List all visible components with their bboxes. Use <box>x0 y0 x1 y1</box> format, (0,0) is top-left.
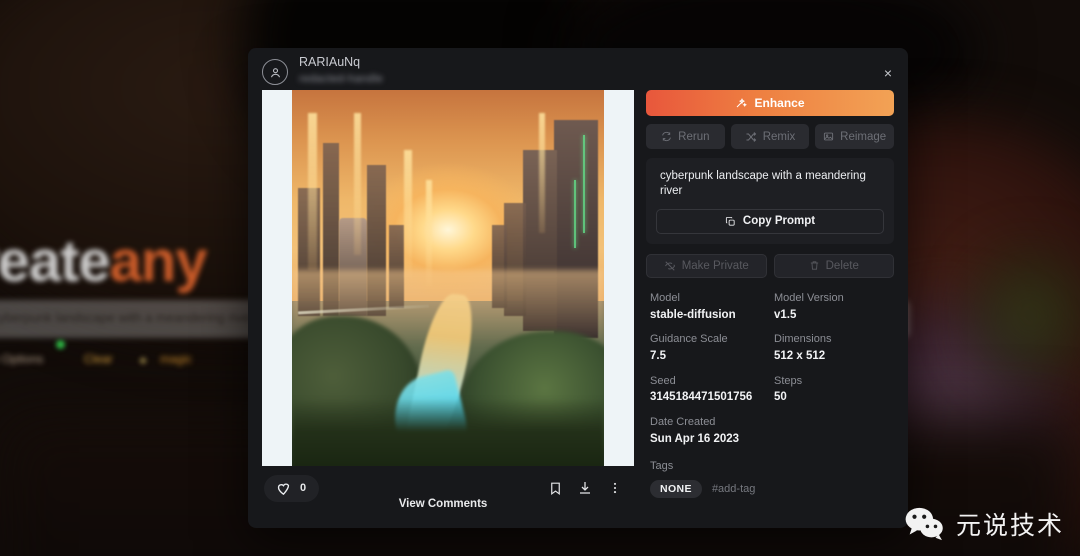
username[interactable]: RARIAuNq <box>299 55 383 70</box>
metadata-label: Model Version <box>774 291 844 304</box>
delete-label: Delete <box>825 259 859 272</box>
copy-prompt-button[interactable]: Copy Prompt <box>656 208 884 234</box>
enhance-button[interactable]: Enhance <box>646 90 894 116</box>
user-handle-redacted: redacted-handle <box>299 72 384 85</box>
sparkle-icon: ✦ <box>138 354 149 368</box>
prompt-text: cyberpunk landscape with a meandering ri… <box>660 170 866 197</box>
metadata-item-guidance-scale: Guidance Scale 7.5 <box>650 332 770 364</box>
modal-footer: View Comments <box>248 494 908 528</box>
image-icon <box>824 132 834 141</box>
metadata-item-model-version: Model Version v1.5 <box>774 291 894 323</box>
make-private-button[interactable]: Make Private <box>646 253 767 278</box>
background-blob <box>970 250 1080 380</box>
background-hero-heading: reateany <box>0 228 208 295</box>
view-comments-button[interactable]: View Comments <box>248 498 638 510</box>
artwork-canvas <box>292 90 604 466</box>
reimage-label: Reimage <box>840 130 887 143</box>
metadata-grid: Model stable-diffusion Model Version v1.… <box>646 291 894 447</box>
tags-section: Tags NONE #add-tag <box>646 459 894 499</box>
watermark-text: 元说技术 <box>955 511 1064 540</box>
metadata-value: v1.5 <box>774 308 797 321</box>
enhance-label: Enhance <box>754 96 805 110</box>
controls-column: Enhance Rerun Remix Reimage cyberpunk la… <box>646 90 895 510</box>
remix-button[interactable]: Remix <box>730 124 810 149</box>
tags-label: Tags <box>650 460 674 473</box>
metadata-label: Seed <box>650 374 676 387</box>
metadata-label: Dimensions <box>774 333 832 346</box>
metadata-label: Steps <box>774 374 803 387</box>
background-magic-label[interactable]: magic <box>160 352 192 366</box>
like-count: 0 <box>300 482 307 494</box>
remix-label: Remix <box>762 130 796 143</box>
hero-word-create: reate <box>0 229 111 294</box>
artwork-foreground <box>292 398 604 466</box>
make-private-label: Make Private <box>681 259 749 272</box>
metadata-value: Sun Apr 16 2023 <box>650 432 740 445</box>
metadata-value: 512 x 512 <box>774 350 826 363</box>
copy-icon <box>725 216 735 226</box>
reimage-button[interactable]: Reimage <box>815 124 895 149</box>
background-prompt-value: cyberpunk landscape with a meandering ri… <box>0 310 254 325</box>
background-clear-label[interactable]: Clear <box>84 352 113 366</box>
metadata-item-steps: Steps 50 <box>774 374 894 406</box>
generated-image[interactable] <box>262 90 634 466</box>
metadata-value: 7.5 <box>650 350 666 363</box>
avatar[interactable] <box>262 59 288 85</box>
metadata-item-model: Model stable-diffusion <box>650 291 770 323</box>
status-dot-icon <box>56 340 65 349</box>
metadata-label: Model <box>650 291 680 304</box>
modal-header: RARIAuNq redacted-handle × <box>248 48 908 90</box>
copy-prompt-label: Copy Prompt <box>742 215 816 228</box>
shuffle-icon <box>746 131 756 142</box>
prompt-card: cyberpunk landscape with a meandering ri… <box>646 158 894 244</box>
rerun-label: Rerun <box>678 130 710 143</box>
background-options-label[interactable]: e Options <box>0 352 43 366</box>
rerun-button[interactable]: Rerun <box>646 124 725 149</box>
user-block: RARIAuNq redacted-handle <box>299 55 384 85</box>
metadata-label: Guidance Scale <box>650 333 728 346</box>
close-icon[interactable]: × <box>880 65 896 81</box>
magic-wand-icon <box>737 98 748 108</box>
watermark: 元说技术 <box>904 506 1064 542</box>
metadata-item-date-created: Date Created Sun Apr 16 2023 <box>650 415 770 447</box>
secondary-action-row: Rerun Remix Reimage <box>646 124 895 149</box>
metadata-item-seed: Seed 3145184471501756 <box>650 374 770 406</box>
metadata-label: Date Created <box>650 415 716 428</box>
ownership-action-row: Make Private Delete <box>646 253 894 278</box>
trash-icon <box>810 261 818 270</box>
rerun-icon <box>662 131 672 142</box>
metadata-value: stable-diffusion <box>650 308 736 321</box>
wechat-icon <box>905 507 943 541</box>
hero-word-anything: any <box>109 229 208 294</box>
image-detail-modal: RARIAuNq redacted-handle × 0 Enhance Rer… <box>248 48 908 528</box>
image-column: 0 <box>262 90 634 510</box>
metadata-value: 50 <box>774 391 787 404</box>
metadata-item-dimensions: Dimensions 512 x 512 <box>774 332 894 364</box>
eye-off-icon <box>664 261 675 271</box>
metadata-value: 3145184471501756 <box>650 391 753 404</box>
delete-button[interactable]: Delete <box>773 253 894 278</box>
modal-body: 0 Enhance Rerun Remix Reimage cyberpunk … <box>248 90 908 510</box>
